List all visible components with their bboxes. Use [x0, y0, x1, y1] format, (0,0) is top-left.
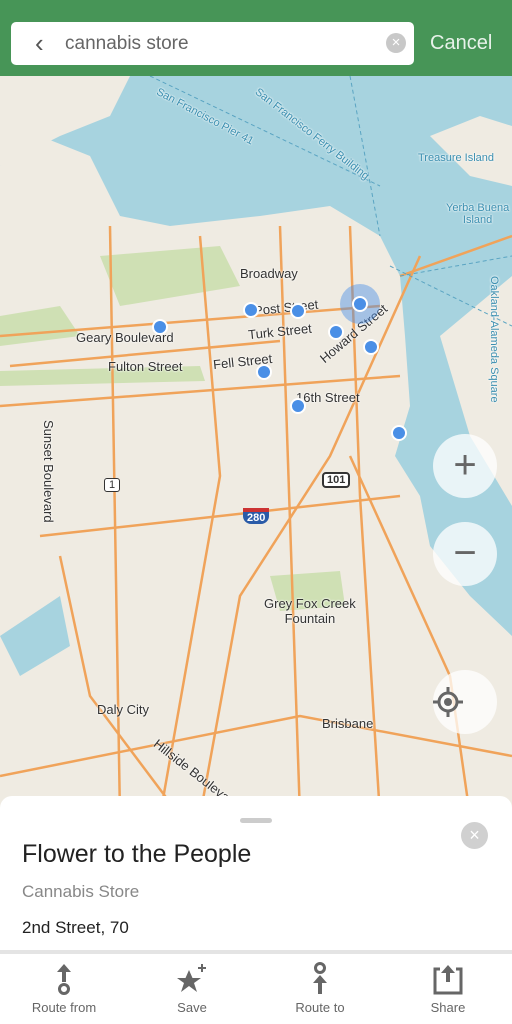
map-label: Grey Fox Creek Fountain: [264, 596, 356, 626]
drag-handle[interactable]: [240, 818, 272, 823]
map[interactable]: Broadway Geary Boulevard Fulton Street F…: [0, 76, 512, 816]
share-label: Share: [430, 1000, 466, 1015]
map-pin[interactable]: [363, 339, 379, 355]
route-to-icon: [313, 962, 327, 994]
place-sheet: × Flower to the People Cannabis Store 2n…: [0, 796, 512, 1024]
highway-1-shield: 1: [104, 478, 121, 492]
save-label: Save: [177, 1000, 207, 1015]
map-pin[interactable]: [256, 364, 272, 380]
back-chevron-icon[interactable]: ‹: [35, 30, 44, 56]
map-label: Daly City: [97, 702, 150, 717]
map-label: Oakland-Alameda Square: [488, 276, 500, 403]
route-to-button[interactable]: Route to: [256, 954, 384, 1024]
map-label: Fulton Street: [108, 359, 183, 374]
selected-map-pin[interactable]: [352, 296, 368, 312]
map-label: Treasure Island: [418, 152, 495, 164]
route-from-label: Route from: [31, 1000, 97, 1015]
route-to-label: Route to: [295, 1000, 345, 1015]
map-label: Broadway: [240, 266, 298, 281]
map-pin[interactable]: [328, 324, 344, 340]
map-pin[interactable]: [290, 303, 306, 319]
map-pin[interactable]: [152, 319, 168, 335]
interstate-280-shield: 280: [243, 508, 270, 524]
share-button[interactable]: Share: [384, 954, 512, 1024]
place-name: Flower to the People: [22, 840, 252, 868]
search-field[interactable]: ‹ cannabis store ×: [11, 22, 414, 65]
save-button[interactable]: Save: [128, 954, 256, 1024]
my-location-button[interactable]: [433, 670, 497, 734]
map-label: Yerba Buena Island: [446, 202, 510, 226]
share-icon: [433, 965, 463, 995]
close-sheet-button[interactable]: ×: [461, 822, 488, 849]
cancel-button[interactable]: Cancel: [430, 32, 492, 55]
top-bar: ‹ cannabis store × Cancel: [0, 0, 512, 76]
zoom-in-button[interactable]: +: [433, 434, 497, 498]
place-category: Cannabis Store: [22, 882, 140, 901]
search-input[interactable]: cannabis store: [65, 33, 189, 55]
route-from-icon: [57, 964, 71, 995]
clear-search-icon[interactable]: ×: [386, 33, 406, 53]
locate-icon: [433, 687, 463, 717]
zoom-out-button[interactable]: −: [433, 522, 497, 586]
map-label: Sunset Boulevard: [41, 420, 56, 523]
place-address: 2nd Street, 70: [22, 918, 129, 937]
map-pin[interactable]: [391, 425, 407, 441]
map-pin[interactable]: [243, 302, 259, 318]
route-from-button[interactable]: Route from: [0, 954, 128, 1024]
map-label: Brisbane: [322, 716, 374, 731]
action-bar: Route from Save Route to Share: [0, 950, 512, 1024]
map-pin[interactable]: [290, 398, 306, 414]
us-101-shield: 101: [322, 472, 351, 488]
star-plus-icon: [177, 964, 206, 992]
